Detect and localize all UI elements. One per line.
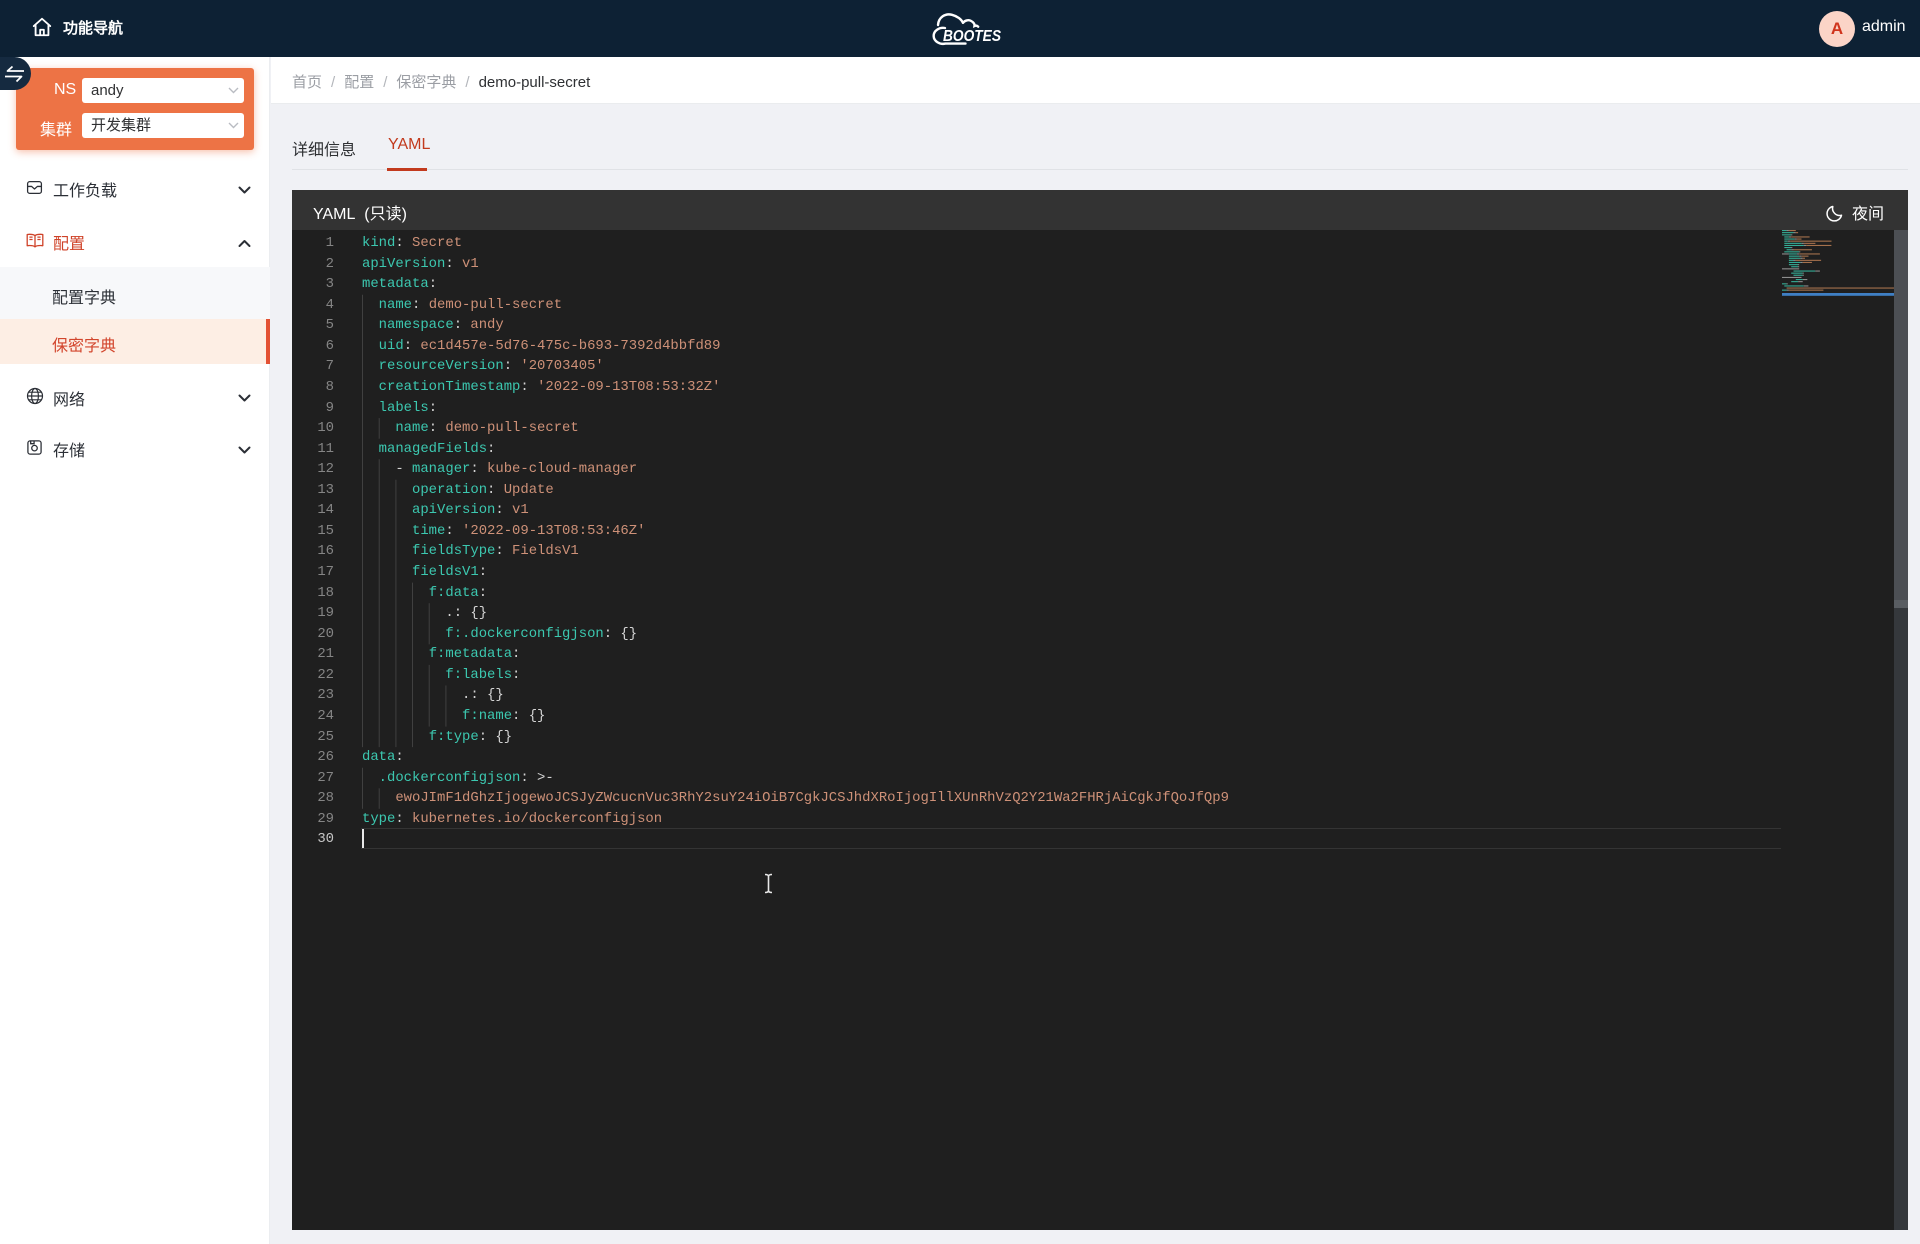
svg-text:BOOTES: BOOTES [943,28,1002,45]
